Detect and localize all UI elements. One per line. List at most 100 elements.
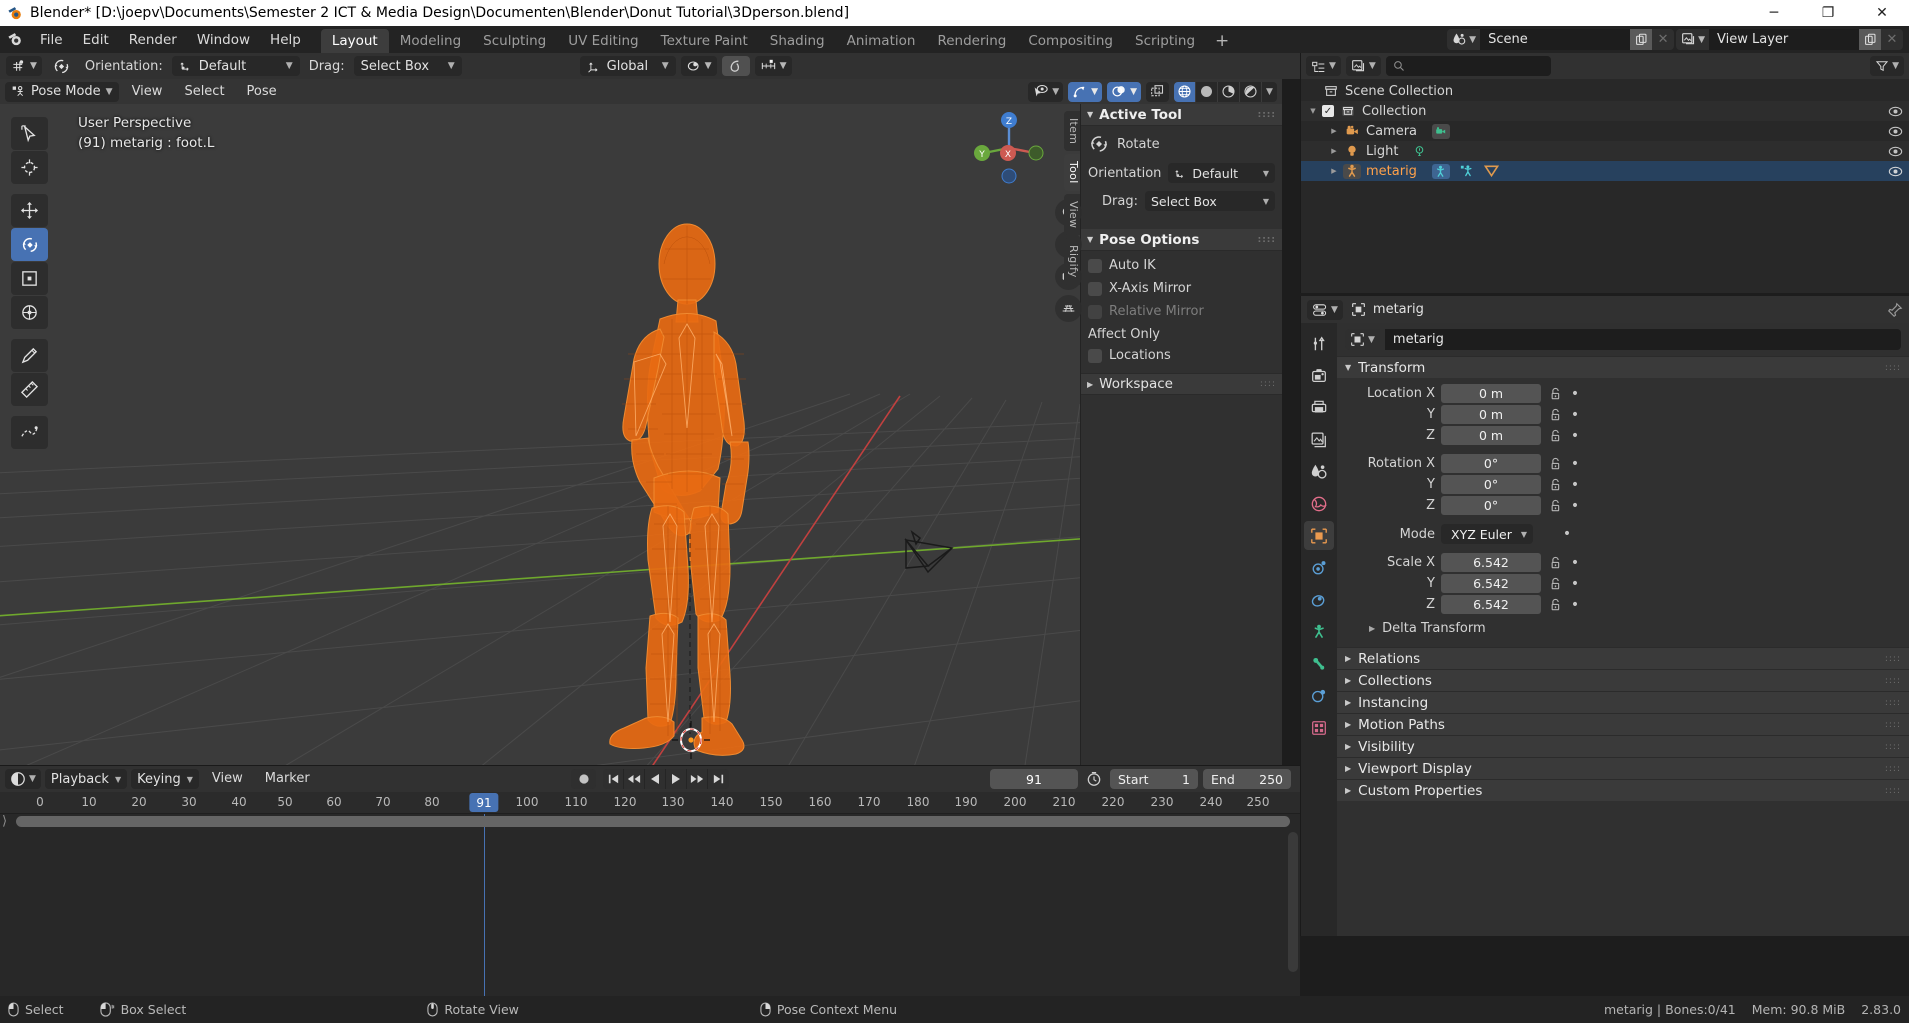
outliner-row-metarig[interactable]: ▶ metarig xyxy=(1301,161,1909,181)
scale-x-field[interactable]: 6.542 xyxy=(1441,553,1541,572)
blender-logo-icon[interactable] xyxy=(0,26,30,53)
light-data-icon[interactable] xyxy=(1413,145,1426,158)
tool-cursor[interactable] xyxy=(11,151,48,184)
shading-solid-button[interactable] xyxy=(1196,81,1218,102)
menu-help[interactable]: Help xyxy=(260,27,311,53)
lock-icon[interactable] xyxy=(1547,556,1563,570)
close-button[interactable]: ✕ xyxy=(1855,0,1909,26)
modifier-triangle-icon[interactable] xyxy=(1483,164,1499,178)
toggle-perspective-button[interactable] xyxy=(1055,295,1082,322)
locations-row[interactable]: Locations xyxy=(1088,348,1275,363)
animate-property-dot[interactable]: • xyxy=(1569,477,1581,493)
add-workspace-button[interactable]: + xyxy=(1206,29,1238,53)
location-y-field[interactable]: 0 m xyxy=(1441,405,1541,424)
shading-options-dropdown[interactable]: ▼ xyxy=(1262,81,1277,102)
properties-editor-type-button[interactable]: ▼ xyxy=(1307,299,1343,320)
tool-scale[interactable] xyxy=(11,262,48,295)
outliner-row-light[interactable]: ▶ Light xyxy=(1301,141,1909,161)
timeline-expand-icon[interactable]: ⟩ xyxy=(2,814,7,829)
workspace-tab-animation[interactable]: Animation xyxy=(836,29,927,53)
timeline-menu-marker[interactable]: Marker xyxy=(256,769,319,789)
camera-visibility-eye-icon[interactable] xyxy=(1888,125,1903,138)
delta-transform-subpanel[interactable]: ▶ Delta Transform xyxy=(1347,616,1899,639)
properties-tab-texture[interactable] xyxy=(1304,713,1334,742)
tool-measure[interactable] xyxy=(11,373,48,406)
tool-annotate[interactable] xyxy=(11,339,48,372)
workspace-tab-sculpting[interactable]: Sculpting xyxy=(472,29,557,53)
timeline-horizontal-scrollbar[interactable] xyxy=(16,816,1290,827)
shading-material-preview-button[interactable] xyxy=(1218,81,1240,102)
animate-property-dot[interactable]: • xyxy=(1569,386,1581,402)
pose-options-panel-header[interactable]: ▼ Pose Options :::: xyxy=(1081,229,1282,251)
camera-data-icon[interactable] xyxy=(1432,123,1451,139)
outliner-row-camera[interactable]: ▶ Camera xyxy=(1301,121,1909,141)
object-id-type-button[interactable]: ▼ xyxy=(1345,329,1380,350)
shading-wireframe-button[interactable] xyxy=(1174,81,1196,102)
lock-icon[interactable] xyxy=(1547,457,1563,471)
new-scene-button[interactable] xyxy=(1630,29,1653,50)
tool-transform[interactable] xyxy=(11,296,48,329)
animate-property-dot[interactable]: • xyxy=(1569,498,1581,514)
active-tool-row[interactable]: Rotate xyxy=(1088,133,1275,155)
auto-ik-row[interactable]: Auto IK xyxy=(1088,258,1275,273)
view-layer-selector[interactable]: ▼ View Layer ✕ xyxy=(1676,29,1903,50)
collections-panel-header[interactable]: ▶ Collections :::: xyxy=(1337,669,1909,691)
viewport-menu-select[interactable]: Select xyxy=(175,82,233,102)
relations-panel-header[interactable]: ▶ Relations :::: xyxy=(1337,647,1909,669)
lock-icon[interactable] xyxy=(1547,577,1563,591)
viewport-display-panel-header[interactable]: ▶ Viewport Display :::: xyxy=(1337,757,1909,779)
snapping-dropdown[interactable]: ▼ xyxy=(754,56,792,76)
menu-edit[interactable]: Edit xyxy=(73,27,119,53)
menu-render[interactable]: Render xyxy=(119,27,187,53)
properties-tab-scene[interactable] xyxy=(1304,457,1334,486)
collection-enable-checkbox[interactable]: ✓ xyxy=(1322,105,1334,117)
workspace-panel-header[interactable]: ▶ Workspace :::: xyxy=(1081,373,1282,395)
play-button[interactable] xyxy=(666,769,687,789)
triangle-right-icon[interactable]: ▶ xyxy=(1330,127,1338,135)
workspace-tab-texture-paint[interactable]: Texture Paint xyxy=(650,29,759,53)
pose-icon[interactable] xyxy=(1460,164,1474,178)
metarig-visibility-eye-icon[interactable] xyxy=(1888,165,1903,178)
properties-tab-output[interactable] xyxy=(1304,393,1334,422)
menu-window[interactable]: Window xyxy=(187,27,260,53)
jump-to-end-button[interactable] xyxy=(708,769,729,789)
current-frame-field[interactable]: 91 xyxy=(990,769,1078,789)
animate-property-dot[interactable]: • xyxy=(1569,576,1581,592)
properties-tab-material[interactable] xyxy=(1304,681,1334,710)
shading-mode-segmented[interactable]: ▼ xyxy=(1174,81,1277,102)
lock-icon[interactable] xyxy=(1547,478,1563,492)
visibility-panel-header[interactable]: ▶ Visibility :::: xyxy=(1337,735,1909,757)
properties-tab-object[interactable] xyxy=(1304,521,1334,550)
jump-to-start-button[interactable] xyxy=(603,769,624,789)
instancing-panel-header[interactable]: ▶ Instancing :::: xyxy=(1337,691,1909,713)
tool-settings-active-tool-icon[interactable]: ▼ xyxy=(6,56,42,76)
workspace-tab-shading[interactable]: Shading xyxy=(759,29,836,53)
rotation-z-field[interactable]: 0° xyxy=(1441,496,1541,515)
animate-property-dot[interactable]: • xyxy=(1569,456,1581,472)
auto-ik-checkbox[interactable] xyxy=(1088,258,1102,273)
proportional-editing-toggle[interactable] xyxy=(721,56,750,76)
scale-y-field[interactable]: 6.542 xyxy=(1441,574,1541,593)
end-frame-field[interactable]: End 250 xyxy=(1203,769,1291,789)
shading-rendered-button[interactable] xyxy=(1240,81,1262,102)
workspace-tab-layout[interactable]: Layout xyxy=(320,29,389,53)
custom-properties-panel-header[interactable]: ▶ Custom Properties :::: xyxy=(1337,779,1909,801)
transform-panel-header[interactable]: ▼ Transform :::: xyxy=(1337,356,1909,378)
x-axis-mirror-checkbox[interactable] xyxy=(1088,281,1102,296)
properties-tab-object-data[interactable] xyxy=(1304,649,1334,678)
collection-visibility-eye-icon[interactable] xyxy=(1888,105,1903,118)
timeline-ruler[interactable]: 0 10 20 30 40 50 60 70 80 100 110 120 13… xyxy=(0,792,1300,814)
auto-keying-button[interactable] xyxy=(571,769,596,789)
3d-viewport[interactable]: User Perspective (91) metarig : foot.L P… xyxy=(0,79,1282,765)
lock-icon[interactable] xyxy=(1547,408,1563,422)
timeline-vertical-scrollbar[interactable] xyxy=(1288,832,1298,972)
animate-property-dot[interactable]: • xyxy=(1569,428,1581,444)
menu-file[interactable]: File xyxy=(30,27,73,53)
properties-tab-physics[interactable] xyxy=(1304,585,1334,614)
animate-property-dot[interactable]: • xyxy=(1561,526,1573,542)
lock-icon[interactable] xyxy=(1547,499,1563,513)
timeline-channels[interactable]: ⟩ xyxy=(0,814,1300,997)
location-x-field[interactable]: 0 m xyxy=(1441,384,1541,403)
outliner-row-collection[interactable]: ▼ ✓ Collection xyxy=(1301,101,1909,121)
start-frame-field[interactable]: Start 1 xyxy=(1110,769,1198,789)
